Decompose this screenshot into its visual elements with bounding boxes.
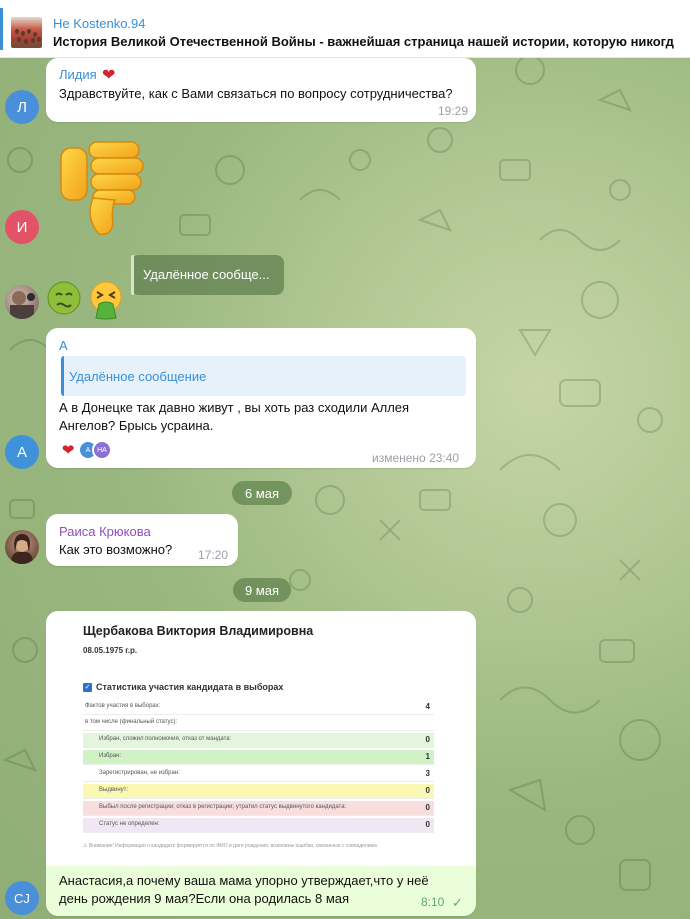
nauseated-face-icon[interactable] — [46, 280, 82, 316]
document-row: Выбыл после регистрации; отказ в регистр… — [83, 801, 434, 816]
avatar[interactable] — [5, 530, 39, 564]
row-label: Избран: — [99, 753, 122, 759]
pinned-title: Не Kostenko.94 — [53, 16, 146, 31]
document-birthdate: 08.05.1975 г.р. — [83, 646, 138, 655]
reactor-avatar: НА — [92, 440, 112, 460]
document-row: Избран: 1 — [83, 750, 434, 765]
heart-emoji-icon: ❤ — [102, 67, 116, 84]
avatar-letter: СJ — [14, 890, 30, 906]
sender-name[interactable]: Лидия — [59, 67, 97, 82]
document-row: Фактов участия в выборах: 4 — [83, 700, 434, 715]
avatar-photo — [11, 534, 33, 564]
pinned-text: История Великой Отечественной Войны - ва… — [53, 34, 674, 49]
quote-accent-bar — [61, 356, 64, 396]
avatar-letter: Л — [17, 98, 27, 116]
pinned-message-bar[interactable]: Не Kostenko.94 История Великой Отечестве… — [0, 0, 690, 58]
avatar-letter: И — [16, 218, 28, 236]
message-time: изменено 23:40 — [372, 451, 460, 465]
message-time: 17:20 — [198, 548, 229, 562]
message-bubble[interactable]: Анастасия,а почему ваша мама упорно утве… — [46, 866, 476, 916]
pinned-accent-bar — [0, 8, 3, 50]
reply-accent-bar — [131, 255, 134, 295]
row-label: Выбыл после регистрации; отказ в регистр… — [99, 804, 347, 810]
document-section-title: Статистика участия кандидата в выборах — [96, 682, 284, 692]
avatar[interactable]: И — [5, 210, 39, 244]
quoted-text: Удалённое сообщение — [69, 369, 207, 384]
document-warning-note: ⚠ Внимание! Информация о кандидате форми… — [83, 843, 379, 849]
row-value: 0 — [425, 735, 430, 744]
document-row: Избран, сложил полномочия, отказ от манд… — [83, 733, 434, 748]
message-text: Как это возможно? — [59, 542, 173, 557]
date-label: 9 мая — [244, 582, 280, 598]
document-person-name: Щербакова Виктория Владимировна — [83, 624, 314, 638]
heart-reaction-icon[interactable]: ❤ — [58, 440, 78, 460]
row-value: 1 — [425, 752, 430, 761]
avatar[interactable]: А — [5, 435, 39, 469]
document-row: Статус не определен: 0 — [83, 818, 434, 833]
thumbs-down-sticker[interactable] — [55, 138, 147, 238]
sender-name[interactable]: Раиса Крюкова — [59, 524, 151, 539]
avatar[interactable]: Л — [5, 90, 39, 124]
avatar-photo — [10, 291, 35, 319]
row-value: 0 — [425, 803, 430, 812]
deleted-reply-text: Удалённое сообще... — [143, 267, 270, 282]
date-label: 6 мая — [244, 485, 280, 501]
document-row: в том числе (финальный статус): — [83, 716, 434, 731]
message-bubble[interactable]: Раиса Крюкова Как это возможно? 17:20 — [46, 514, 238, 566]
vomiting-face-icon[interactable] — [88, 280, 124, 320]
date-separator: 6 мая — [232, 481, 292, 505]
row-label: в том числе (финальный статус): — [85, 719, 178, 725]
row-label: Выдвинут: — [99, 787, 129, 793]
avatar[interactable]: СJ — [5, 881, 39, 915]
checkbox-icon: ✓ — [83, 683, 92, 692]
row-label: Зарегистрирован, не избран: — [99, 770, 180, 776]
document-row: Зарегистрирован, не избран: 3 — [83, 767, 434, 782]
document-row: Выдвинут: 0 — [83, 784, 434, 799]
row-value: 3 — [425, 769, 430, 778]
row-value: 4 — [425, 702, 430, 711]
message-time: 19:29 — [438, 104, 469, 118]
message-text-line: день рождения 9 мая?Если она родилась 8 … — [59, 891, 350, 906]
row-value: 0 — [425, 820, 430, 829]
sender-name[interactable]: А — [59, 338, 68, 353]
avatar-letter: А — [16, 443, 27, 461]
row-value: 0 — [425, 786, 430, 795]
message-text: Здравствуйте, как с Вами связаться по во… — [59, 86, 453, 101]
avatar[interactable] — [5, 285, 39, 319]
read-check-icon: ✓ — [452, 895, 463, 910]
date-separator: 9 мая — [233, 578, 291, 602]
message-text-line: А в Донецке так давно живут , вы хоть ра… — [59, 400, 410, 415]
quoted-message[interactable]: Удалённое сообщение — [61, 356, 466, 396]
pinned-thumbnail — [11, 17, 42, 48]
deleted-reply-preview[interactable]: Удалённое сообще... — [131, 255, 284, 295]
message-text-line: Анастасия,а почему ваша мама упорно утве… — [59, 873, 429, 888]
message-text-line: Ангелов? Брысь усраина. — [59, 418, 214, 433]
row-label: Избран, сложил полномочия, отказ от манд… — [99, 736, 232, 742]
message-bubble[interactable]: Лидия ❤ Здравствуйте, как с Вами связать… — [46, 58, 476, 122]
row-label: Фактов участия в выборах: — [85, 703, 161, 709]
message-time: 8:10 — [421, 895, 445, 909]
row-label: Статус не определен: — [99, 821, 160, 827]
document-screenshot-image[interactable]: Щербакова Виктория Владимировна 08.05.19… — [46, 611, 476, 866]
